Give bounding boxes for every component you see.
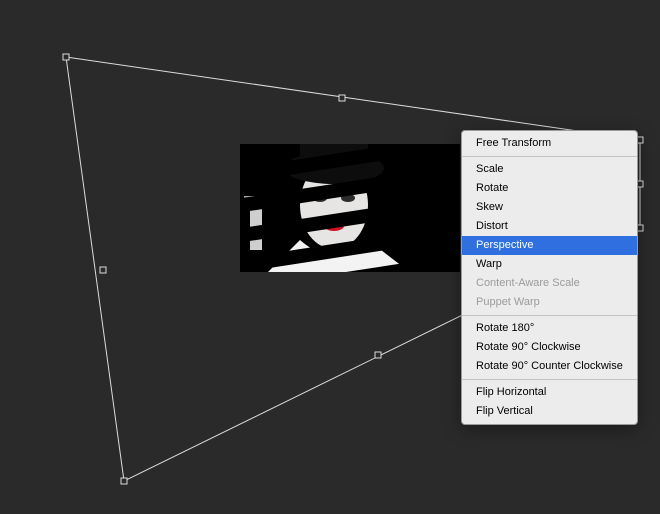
menu-item-rotate-180[interactable]: Rotate 180° — [462, 319, 637, 338]
menu-item-flip-vertical[interactable]: Flip Vertical — [462, 402, 637, 421]
transform-handle-bottom-left[interactable] — [121, 478, 128, 485]
menu-separator — [462, 379, 637, 380]
transformed-image-content — [200, 110, 500, 300]
menu-separator — [462, 156, 637, 157]
transform-handle-top-left[interactable] — [63, 54, 70, 61]
menu-item-flip-horizontal[interactable]: Flip Horizontal — [462, 383, 637, 402]
menu-item-distort[interactable]: Distort — [462, 217, 637, 236]
menu-separator — [462, 315, 637, 316]
menu-item-content-aware-scale: Content-Aware Scale — [462, 274, 637, 293]
menu-item-rotate-90-counter-clockwise[interactable]: Rotate 90° Counter Clockwise — [462, 357, 637, 376]
menu-item-perspective[interactable]: Perspective — [462, 236, 637, 255]
menu-item-warp[interactable]: Warp — [462, 255, 637, 274]
menu-item-scale[interactable]: Scale — [462, 160, 637, 179]
menu-item-rotate[interactable]: Rotate — [462, 179, 637, 198]
transform-context-menu[interactable]: Free Transform ScaleRotateSkewDistortPers… — [461, 130, 638, 425]
transform-handle-top-mid[interactable] — [339, 95, 346, 102]
menu-item-rotate-90-clockwise[interactable]: Rotate 90° Clockwise — [462, 338, 637, 357]
menu-item-free-transform[interactable]: Free Transform — [462, 134, 637, 153]
transform-handle-bottom-mid[interactable] — [375, 352, 382, 359]
menu-item-puppet-warp: Puppet Warp — [462, 293, 637, 312]
menu-item-skew[interactable]: Skew — [462, 198, 637, 217]
transform-handle-left-mid[interactable] — [100, 267, 107, 274]
editor-canvas[interactable]: Free Transform ScaleRotateSkewDistortPers… — [0, 0, 660, 514]
